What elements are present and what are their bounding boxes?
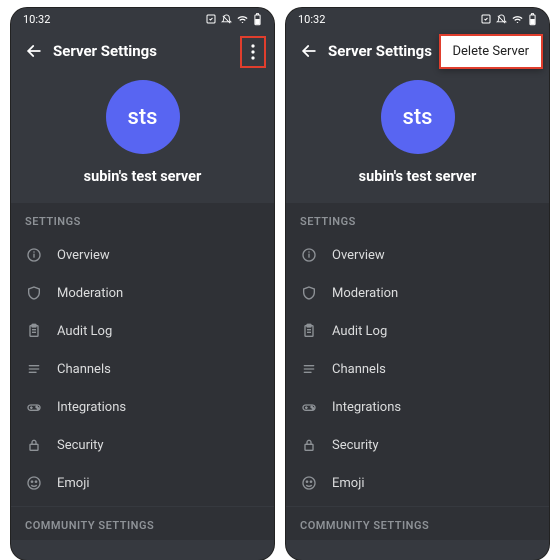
emoji-icon xyxy=(300,474,318,492)
back-arrow-icon xyxy=(24,41,44,61)
dnd-icon xyxy=(496,14,507,25)
wifi-icon xyxy=(511,14,524,25)
server-name: subin's test server xyxy=(84,168,202,185)
settings-item-moderation[interactable]: Moderation xyxy=(286,274,549,312)
settings-item-overview[interactable]: Overview xyxy=(11,236,274,274)
page-title: Server Settings xyxy=(53,42,157,60)
more-vertical-icon xyxy=(251,44,255,60)
settings-item-integrations[interactable]: Integrations xyxy=(286,388,549,426)
settings-item-moderation[interactable]: Moderation xyxy=(11,274,274,312)
settings-item-label: Moderation xyxy=(332,286,398,301)
settings-item-integrations[interactable]: Integrations xyxy=(11,388,274,426)
back-arrow-icon xyxy=(299,41,319,61)
screenshot-icon xyxy=(480,13,492,25)
settings-item-audit-log[interactable]: Audit Log xyxy=(286,312,549,350)
settings-item-channels[interactable]: Channels xyxy=(11,350,274,388)
gamepad-icon xyxy=(300,398,318,416)
list-icon xyxy=(25,360,43,378)
battery-icon xyxy=(253,13,262,26)
settings-item-label: Channels xyxy=(332,362,386,377)
settings-item-label: Integrations xyxy=(57,400,126,415)
server-avatar[interactable]: sts xyxy=(381,80,455,154)
settings-item-overview[interactable]: Overview xyxy=(286,236,549,274)
section-header-settings: SETTINGS xyxy=(286,203,549,236)
settings-item-emoji[interactable]: Emoji xyxy=(11,464,274,502)
settings-item-channels[interactable]: Channels xyxy=(286,350,549,388)
back-button[interactable] xyxy=(294,36,324,66)
clipboard-icon xyxy=(25,322,43,340)
dnd-icon xyxy=(221,14,232,25)
status-icons-right xyxy=(205,13,262,26)
battery-icon xyxy=(528,13,537,26)
phone-screen-right: 10:32 Server Settings Delete Server sts … xyxy=(286,8,549,560)
info-icon xyxy=(300,246,318,264)
gamepad-icon xyxy=(25,398,43,416)
settings-section: SETTINGS Overview Moderation Audit Log C… xyxy=(286,203,549,540)
settings-item-label: Emoji xyxy=(332,476,364,491)
settings-item-label: Channels xyxy=(57,362,111,377)
settings-item-audit-log[interactable]: Audit Log xyxy=(11,312,274,350)
settings-item-security[interactable]: Security xyxy=(286,426,549,464)
server-name: subin's test server xyxy=(359,168,477,185)
list-icon xyxy=(300,360,318,378)
settings-item-label: Security xyxy=(57,438,104,453)
status-icons-right xyxy=(480,13,537,26)
settings-item-label: Moderation xyxy=(57,286,123,301)
header: Server Settings Delete Server xyxy=(286,30,549,72)
settings-item-security[interactable]: Security xyxy=(11,426,274,464)
wifi-icon xyxy=(236,14,249,25)
shield-icon xyxy=(300,284,318,302)
status-bar: 10:32 xyxy=(11,8,274,30)
settings-item-label: Audit Log xyxy=(332,324,387,339)
section-header-community: COMMUNITY SETTINGS xyxy=(11,507,274,540)
settings-item-label: Overview xyxy=(57,248,110,263)
settings-item-label: Audit Log xyxy=(57,324,112,339)
phone-screen-left: 10:32 Server Settings sts subin's test s… xyxy=(11,8,274,560)
header: Server Settings xyxy=(11,30,274,72)
settings-section: SETTINGS Overview Moderation Audit Log C… xyxy=(11,203,274,540)
info-icon xyxy=(25,246,43,264)
settings-item-emoji[interactable]: Emoji xyxy=(286,464,549,502)
settings-item-label: Security xyxy=(332,438,379,453)
settings-item-label: Emoji xyxy=(57,476,89,491)
delete-server-menu-item[interactable]: Delete Server xyxy=(439,34,544,69)
server-avatar[interactable]: sts xyxy=(106,80,180,154)
shield-icon xyxy=(25,284,43,302)
screenshot-icon xyxy=(205,13,217,25)
emoji-icon xyxy=(25,474,43,492)
status-time: 10:32 xyxy=(298,13,325,26)
settings-item-label: Overview xyxy=(332,248,385,263)
section-header-settings: SETTINGS xyxy=(11,203,274,236)
lock-icon xyxy=(300,436,318,454)
back-button[interactable] xyxy=(19,36,49,66)
clipboard-icon xyxy=(300,322,318,340)
page-title: Server Settings xyxy=(328,42,432,60)
server-info: sts subin's test server xyxy=(286,72,549,203)
status-time: 10:32 xyxy=(23,13,50,26)
lock-icon xyxy=(25,436,43,454)
section-header-community: COMMUNITY SETTINGS xyxy=(286,507,549,540)
status-bar: 10:32 xyxy=(286,8,549,30)
settings-item-label: Integrations xyxy=(332,400,401,415)
more-options-button[interactable] xyxy=(240,36,266,68)
server-info: sts subin's test server xyxy=(11,72,274,203)
